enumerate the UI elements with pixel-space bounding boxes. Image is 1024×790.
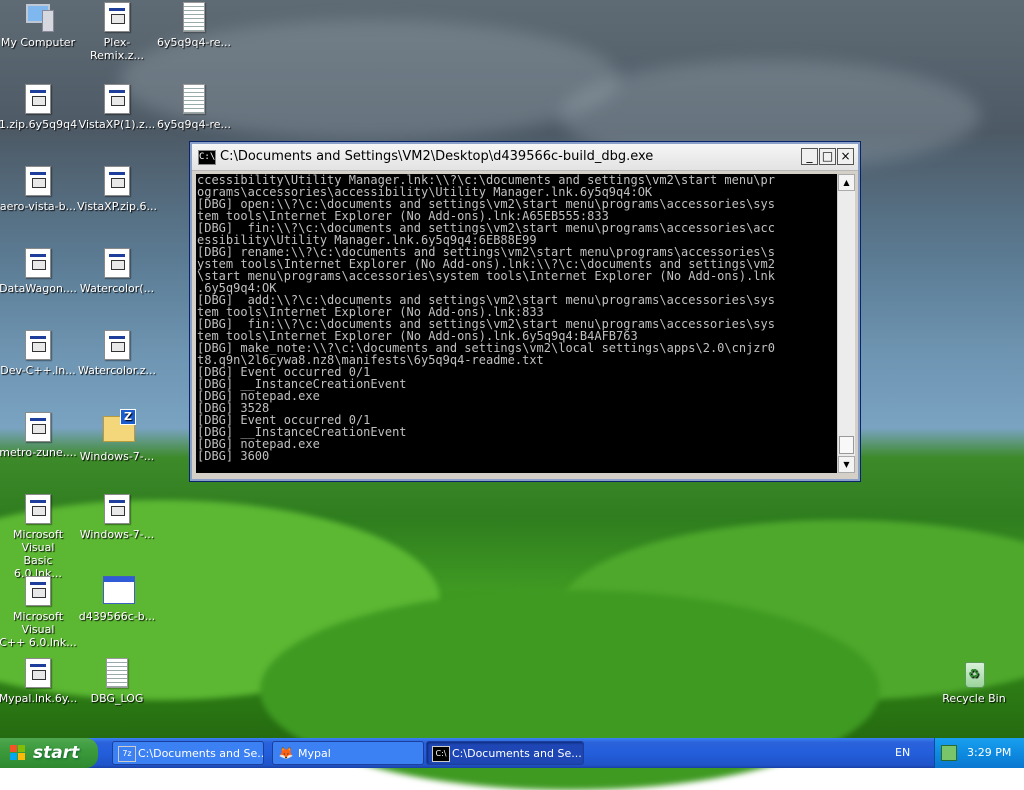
text-document-icon — [103, 658, 131, 688]
program-icon — [24, 494, 52, 524]
scroll-up-arrow-icon[interactable]: ▲ — [838, 174, 855, 191]
desktop-icon-1-zip[interactable]: 1.zip.6y5q9q4 — [0, 84, 78, 131]
program-icon — [103, 330, 131, 360]
program-icon — [24, 330, 52, 360]
desktop-icon-plex-remix[interactable]: Plex-Remix.z... — [77, 2, 157, 62]
start-button[interactable]: start — [0, 738, 98, 768]
taskbar-item-console[interactable]: C:\ C:\Documents and Se... — [426, 741, 584, 765]
window-titlebar[interactable]: C:\ C:\Documents and Settings\VM2\Deskto… — [192, 144, 858, 171]
desktop-icon-metro-zune[interactable]: metro-zune.... — [0, 412, 78, 459]
program-icon — [24, 248, 52, 278]
console-app-icon[interactable]: C:\ — [198, 150, 216, 165]
desktop-icon-dev-cpp[interactable]: Dev-C++.ln... — [0, 330, 78, 377]
desktop-icon-d439566c[interactable]: d439566c-b... — [77, 576, 157, 623]
program-icon — [103, 84, 131, 114]
desktop-icon-my-computer[interactable]: My Computer — [0, 2, 78, 49]
program-icon — [103, 2, 131, 32]
clock[interactable]: 3:29 PM — [967, 738, 1011, 768]
desktop-icon-datawagon[interactable]: DataWagon.... — [0, 248, 78, 295]
scroll-thumb[interactable] — [839, 436, 854, 454]
system-tray: 3:29 PM — [934, 738, 1024, 768]
desktop-icon-recycle-bin[interactable]: ♻ Recycle Bin — [934, 658, 1014, 705]
taskbar-item-7zip-documents[interactable]: 7z C:\Documents and Se... — [112, 741, 264, 765]
text-document-icon — [180, 2, 208, 32]
desktop-icon-dbg-log[interactable]: DBG_LOG — [77, 658, 157, 705]
desktop-icon-readme-1[interactable]: 6y5q9q4-re... — [154, 2, 234, 49]
desktop-icon-readme-2[interactable]: 6y5q9q4-re... — [154, 84, 234, 131]
close-button[interactable]: × — [837, 148, 854, 165]
desktop-icon-ms-visual-cpp[interactable]: Microsoft Visual C++ 6.0.lnk... — [0, 576, 78, 649]
console-window[interactable]: C:\ C:\Documents and Settings\VM2\Deskto… — [190, 142, 860, 481]
program-icon — [103, 166, 131, 196]
console-output[interactable]: ccessibility\Utility Manager.lnk:\\?\c:\… — [196, 174, 837, 473]
desktop-icon-vistaxp-1[interactable]: VistaXP(1).z... — [77, 84, 157, 131]
desktop-icon-ms-visual-basic[interactable]: Microsoft Visual Basic 6.0.lnk... — [0, 494, 78, 580]
start-label: start — [33, 743, 80, 763]
mypal-icon: 🦊 — [278, 746, 294, 760]
desktop-icon-aero-vista[interactable]: aero-vista-b... — [0, 166, 78, 213]
program-icon — [24, 412, 52, 442]
windows-logo-icon — [10, 745, 26, 761]
text-document-icon — [180, 84, 208, 114]
minimize-button[interactable]: _ — [801, 148, 818, 165]
zip-folder-icon: Z — [103, 409, 136, 446]
window-title: C:\Documents and Settings\VM2\Desktop\d4… — [220, 149, 654, 164]
program-icon — [103, 494, 131, 524]
program-icon — [24, 84, 52, 114]
console-text: ccessibility\Utility Manager.lnk:\\?\c:\… — [197, 174, 775, 463]
program-icon — [24, 576, 52, 606]
language-indicator[interactable]: EN — [895, 738, 910, 768]
computer-icon — [24, 2, 54, 32]
application-window-icon — [103, 576, 135, 606]
program-icon — [103, 248, 131, 278]
desktop-icon-mypal[interactable]: Mypal.lnk.6y... — [0, 658, 78, 705]
desktop-icon-watercolor-zip[interactable]: Watercolor.z... — [77, 330, 157, 377]
7zip-icon: 7z — [118, 746, 136, 762]
desktop-icon-windows-7[interactable]: Windows-7-... — [77, 494, 157, 541]
network-icon[interactable] — [941, 745, 957, 761]
desktop-icon-watercolor-1[interactable]: Watercolor(... — [77, 248, 157, 295]
program-icon — [24, 166, 52, 196]
scroll-down-arrow-icon[interactable]: ▼ — [838, 456, 855, 473]
taskbar-item-mypal[interactable]: 🦊 Mypal — [272, 741, 424, 765]
console-icon: C:\ — [432, 746, 450, 762]
desktop-icon-windows-7-folder[interactable]: Z Windows-7-... — [77, 409, 157, 463]
taskbar: start 7z C:\Documents and Se... 🦊 Mypal … — [0, 738, 1024, 768]
recycle-bin-icon: ♻ — [960, 658, 988, 688]
program-icon — [24, 658, 52, 688]
maximize-button[interactable]: □ — [819, 148, 836, 165]
desktop-icon-vistaxp-zip[interactable]: VistaXP.zip.6... — [77, 166, 157, 213]
vertical-scrollbar[interactable]: ▲ ▼ — [837, 174, 855, 473]
